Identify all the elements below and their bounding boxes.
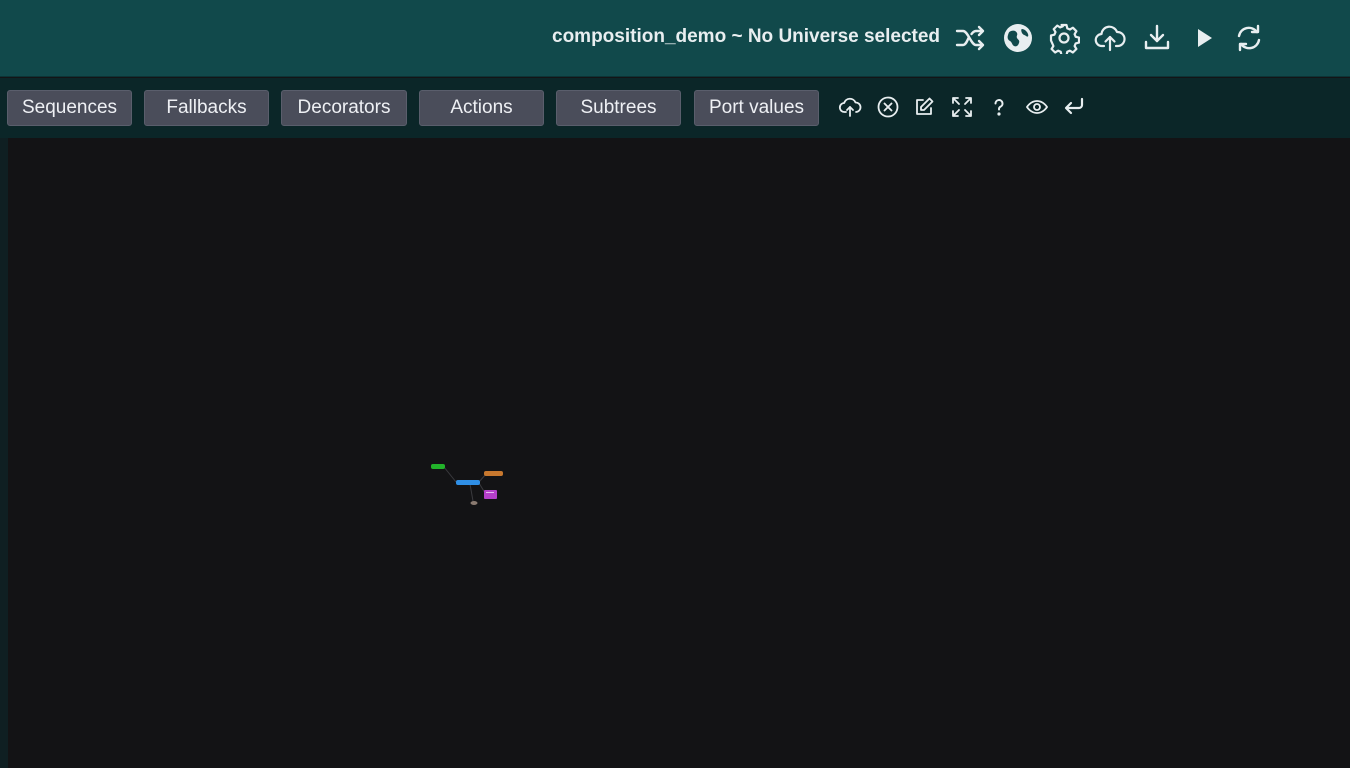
action-node[interactable] — [484, 471, 503, 476]
fallbacks-button[interactable]: Fallbacks — [144, 90, 269, 126]
tree-canvas[interactable] — [0, 138, 1350, 768]
undo-return-icon[interactable] — [1060, 93, 1088, 121]
play-icon[interactable] — [1185, 20, 1221, 56]
shuffle-icon[interactable] — [952, 20, 988, 56]
subtree-node[interactable] — [484, 490, 497, 499]
root-node[interactable] — [431, 464, 445, 469]
refresh-icon[interactable] — [1231, 20, 1267, 56]
sequences-button[interactable]: Sequences — [7, 90, 132, 126]
top-header: composition_demo ~ No Universe selected — [0, 0, 1350, 77]
cloud-upload-small-icon[interactable] — [836, 93, 864, 121]
edge-root-sequence — [443, 466, 457, 483]
settings-gear-icon[interactable] — [1046, 20, 1082, 56]
subtree-node-detail — [486, 492, 494, 493]
port-node[interactable] — [470, 501, 478, 505]
fullscreen-icon[interactable] — [948, 93, 976, 121]
actions-button[interactable]: Actions — [419, 90, 544, 126]
close-circle-icon[interactable] — [874, 93, 902, 121]
sequence-node[interactable] — [456, 480, 480, 485]
app-window: composition_demo ~ No Universe selected — [0, 0, 1350, 768]
eye-icon[interactable] — [1023, 93, 1051, 121]
cloud-upload-icon[interactable] — [1092, 20, 1128, 56]
project-title: composition_demo ~ No Universe selected — [552, 26, 941, 47]
port-values-button[interactable]: Port values — [694, 90, 819, 126]
decorators-button[interactable]: Decorators — [281, 90, 407, 126]
edge-sequence-port — [469, 483, 474, 502]
edit-icon[interactable] — [910, 93, 938, 121]
behavior-tree-graph — [431, 464, 503, 505]
help-icon[interactable] — [985, 93, 1013, 121]
subtrees-button[interactable]: Subtrees — [556, 90, 681, 126]
node-palette-toolbar: Sequences Fallbacks Decorators Actions S… — [0, 78, 1350, 138]
download-icon[interactable] — [1139, 20, 1175, 56]
universe-globe-icon[interactable] — [1000, 20, 1036, 56]
